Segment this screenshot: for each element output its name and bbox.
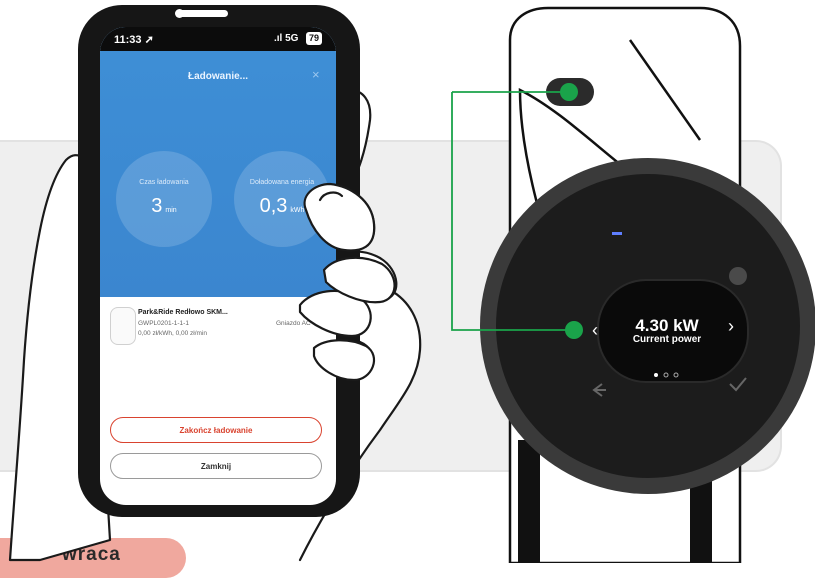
power-value: 4.30 kW: [635, 316, 699, 335]
ev-charger-illustration: [451, 6, 815, 563]
chevron-left-icon[interactable]: ‹: [592, 320, 598, 341]
chevron-right-icon[interactable]: ›: [728, 316, 734, 337]
charger-power-readout: 4.30 kW Current power: [612, 316, 722, 345]
callout-dot-screen: [565, 321, 583, 339]
power-label: Current power: [632, 334, 702, 345]
callout-dot-led: [560, 83, 578, 101]
